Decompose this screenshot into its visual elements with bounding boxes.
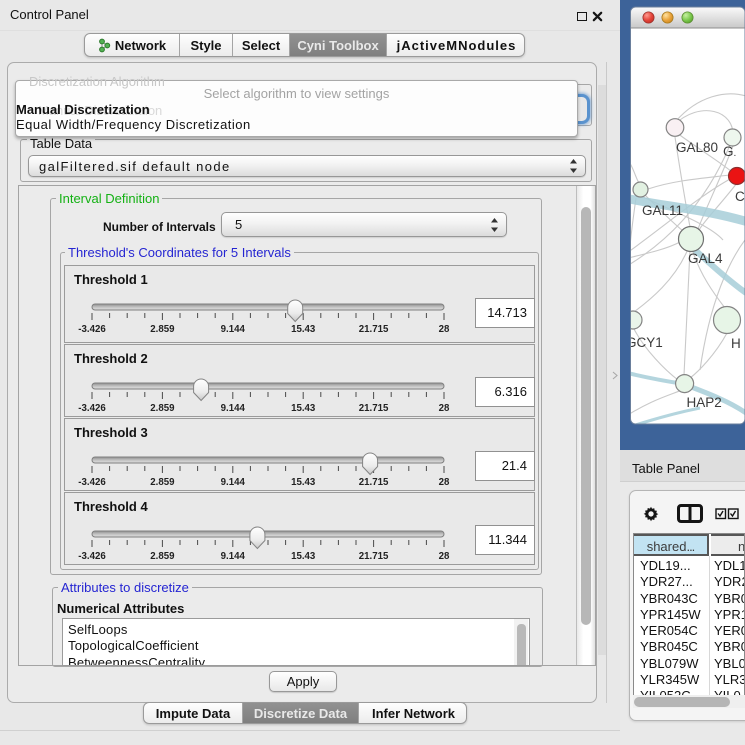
svg-text:9.144: 9.144 bbox=[221, 551, 246, 562]
svg-text:28: 28 bbox=[439, 477, 450, 488]
svg-text:28: 28 bbox=[439, 403, 450, 414]
svg-text:2.859: 2.859 bbox=[150, 477, 175, 488]
svg-text:H: H bbox=[731, 336, 741, 351]
svg-text:15.43: 15.43 bbox=[291, 324, 316, 335]
svg-text:21.715: 21.715 bbox=[359, 551, 389, 562]
svg-text:9.144: 9.144 bbox=[221, 477, 246, 488]
svg-text:-3.426: -3.426 bbox=[78, 324, 106, 335]
svg-text:GAL11: GAL11 bbox=[642, 203, 683, 218]
svg-text:C: C bbox=[735, 189, 745, 204]
svg-text:28: 28 bbox=[439, 551, 450, 562]
svg-text:GCY1: GCY1 bbox=[626, 335, 663, 350]
svg-text:-3.426: -3.426 bbox=[78, 477, 106, 488]
svg-text:HAP2: HAP2 bbox=[687, 395, 722, 410]
svg-text:-3.426: -3.426 bbox=[78, 403, 106, 414]
svg-text:2.859: 2.859 bbox=[150, 324, 175, 335]
svg-text:15.43: 15.43 bbox=[291, 403, 316, 414]
svg-text:15.43: 15.43 bbox=[291, 551, 316, 562]
svg-text:9.144: 9.144 bbox=[221, 403, 246, 414]
svg-text:-3.426: -3.426 bbox=[78, 551, 106, 562]
svg-text:2.859: 2.859 bbox=[150, 403, 175, 414]
svg-text:21.715: 21.715 bbox=[359, 403, 389, 414]
svg-text:9.144: 9.144 bbox=[221, 324, 246, 335]
svg-text:28: 28 bbox=[439, 324, 450, 335]
svg-text:21.715: 21.715 bbox=[359, 324, 389, 335]
svg-text:15.43: 15.43 bbox=[291, 477, 316, 488]
svg-text:2.859: 2.859 bbox=[150, 551, 175, 562]
svg-text:21.715: 21.715 bbox=[359, 477, 389, 488]
svg-text:GAL4: GAL4 bbox=[688, 251, 723, 266]
svg-text:GAL80: GAL80 bbox=[676, 140, 718, 155]
